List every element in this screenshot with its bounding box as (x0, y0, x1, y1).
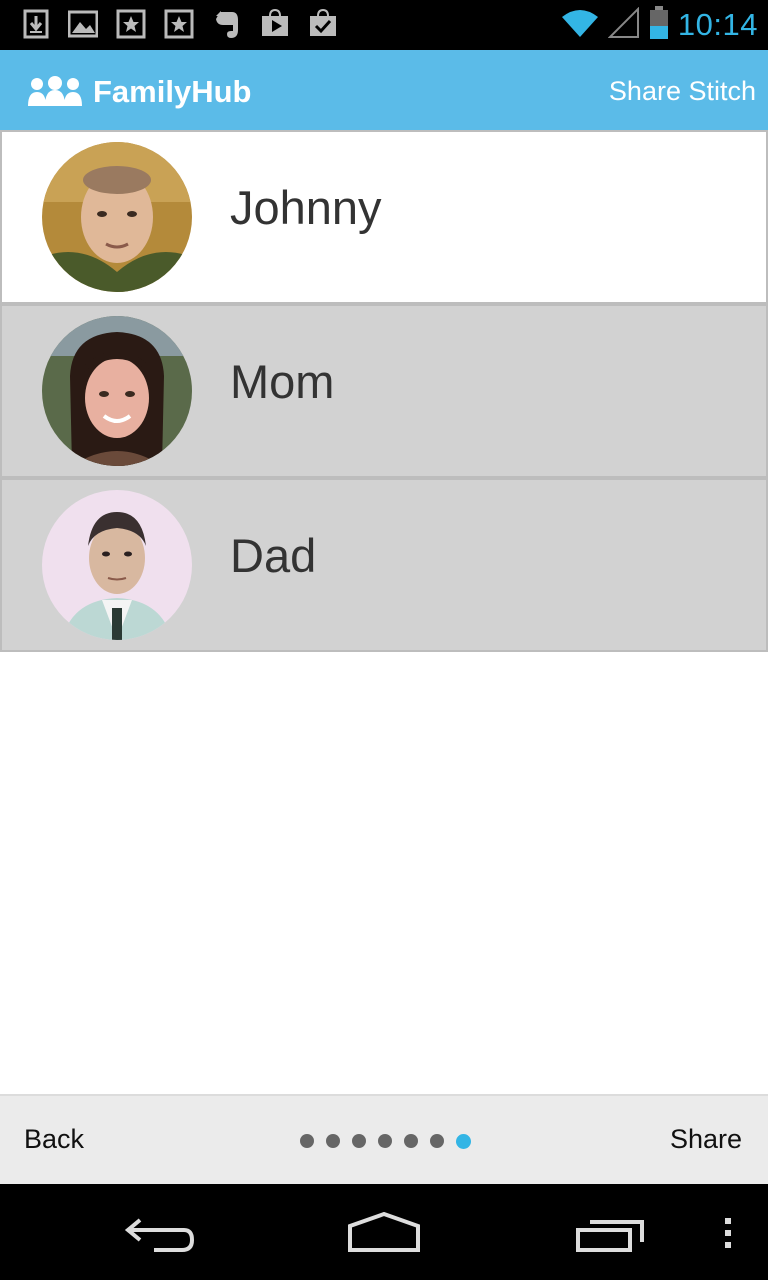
list-item[interactable]: Mom (0, 304, 768, 478)
family-logo-icon (28, 76, 82, 108)
page-dot (378, 1134, 392, 1148)
avatar (42, 316, 192, 466)
avatar (42, 490, 192, 640)
page-dot (300, 1134, 314, 1148)
page-dot-active (456, 1134, 471, 1149)
bottom-bar: Back Share (0, 1094, 768, 1184)
action-bar: FamilyHub Share Stitch (0, 50, 768, 130)
page-dot (404, 1134, 418, 1148)
system-nav-bar (0, 1184, 768, 1280)
battery-icon (648, 5, 670, 45)
page-dot (326, 1134, 340, 1148)
recent-apps-icon[interactable] (574, 1216, 648, 1259)
share-button[interactable]: Share (670, 1124, 742, 1155)
list-item[interactable]: Dad (0, 478, 768, 652)
shopping-bag-icon (308, 8, 338, 40)
member-name: Johnny (230, 181, 382, 234)
wifi-icon (560, 7, 600, 44)
back-nav-icon[interactable] (124, 1214, 196, 1259)
back-button[interactable]: Back (24, 1124, 84, 1155)
page-dot (352, 1134, 366, 1148)
page-indicator (300, 1134, 471, 1149)
overflow-menu-icon[interactable] (722, 1216, 734, 1255)
home-nav-icon[interactable] (346, 1211, 422, 1259)
play-store-icon (260, 8, 290, 40)
family-member-list: Johnny Mom Dad (0, 130, 768, 652)
app-title: FamilyHub (93, 74, 252, 109)
member-name: Mom (230, 355, 335, 408)
image-icon (68, 8, 98, 40)
status-bar: 10:14 (0, 0, 768, 50)
star-box-icon (164, 8, 194, 40)
page-dot (430, 1134, 444, 1148)
clock-time: 10:14 (677, 7, 758, 42)
star-box-icon (116, 8, 146, 40)
avatar (42, 142, 192, 292)
member-name: Dad (230, 529, 317, 582)
list-item[interactable]: Johnny (0, 130, 768, 304)
evernote-icon (212, 8, 242, 40)
download-icon (22, 8, 52, 40)
share-stitch-button[interactable]: Share Stitch (609, 76, 756, 107)
cell-signal-icon (607, 6, 640, 44)
